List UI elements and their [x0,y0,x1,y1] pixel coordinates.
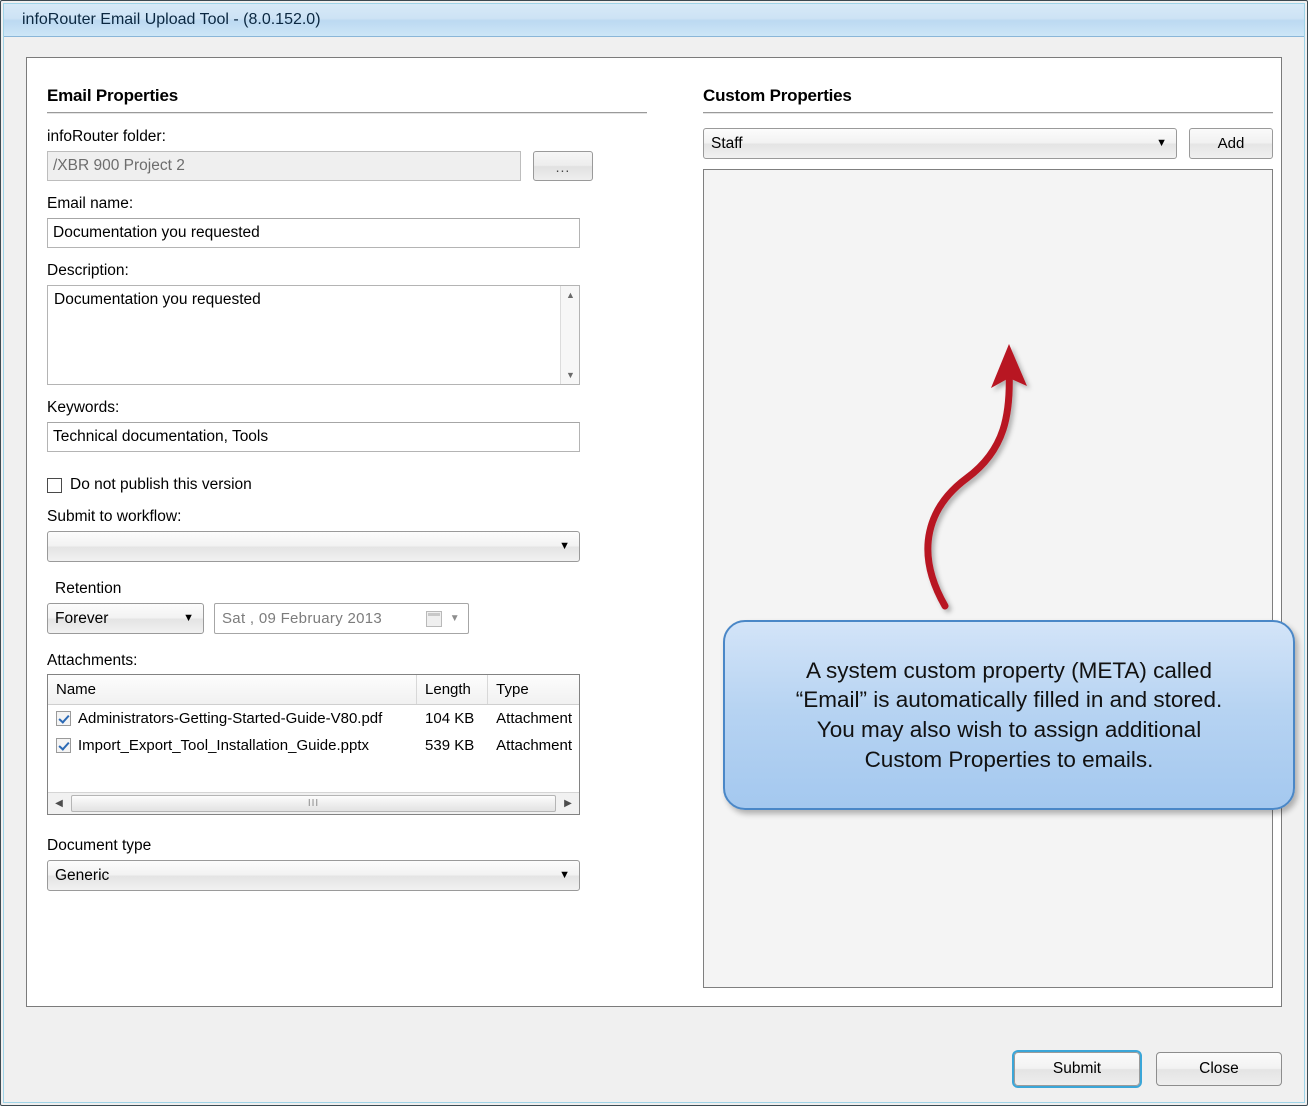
retention-dropdown[interactable]: Forever ▼ [47,603,204,634]
keywords-input[interactable]: Technical documentation, Tools [47,422,580,452]
title-bar: infoRouter Email Upload Tool - (8.0.152.… [4,4,1304,37]
column-header-type[interactable]: Type [488,675,579,704]
table-row[interactable]: Import_Export_Tool_Installation_Guide.pp… [48,732,579,759]
dialog-body: Email Properties infoRouter folder: /XBR… [4,37,1304,1102]
chevron-down-icon[interactable]: ▼ [1156,129,1167,158]
window-title: infoRouter Email Upload Tool - (8.0.152.… [22,11,321,28]
folder-label: infoRouter folder: [47,128,166,145]
email-properties-section: Email Properties infoRouter folder: /XBR… [47,86,647,891]
close-button[interactable]: Close [1156,1052,1282,1086]
chevron-down-icon[interactable]: ▼ [559,861,570,890]
window-inner-frame: infoRouter Email Upload Tool - (8.0.152.… [3,3,1305,1103]
browse-folder-button[interactable]: ... [533,151,593,181]
description-textarea[interactable]: Documentation you requested ▲ ▼ [47,285,580,385]
retention-row: Forever ▼ Sat , 09 February 2013 ▼ [47,603,647,634]
chevron-down-icon[interactable]: ▼ [450,604,460,633]
scroll-up-icon[interactable]: ▲ [561,286,580,304]
keywords-label: Keywords: [47,399,120,416]
custom-properties-heading: Custom Properties [703,86,852,105]
add-custom-property-button[interactable]: Add [1189,128,1273,159]
column-header-length[interactable]: Length [417,675,489,704]
scroll-down-icon[interactable]: ▼ [561,366,580,384]
attachment-checkbox[interactable] [56,711,71,726]
attachment-type: Attachment [496,737,573,754]
attachment-checkbox[interactable] [56,738,71,753]
application-window: infoRouter Email Upload Tool - (8.0.152.… [0,0,1308,1106]
chevron-down-icon[interactable]: ▼ [559,532,570,561]
custom-properties-divider [703,112,1273,114]
attachments-label: Attachments: [47,652,138,669]
submit-button[interactable]: Submit [1012,1050,1142,1088]
email-name-label: Email name: [47,195,134,212]
custom-property-value: Staff [711,135,743,152]
email-properties-divider [47,112,647,114]
dialog-footer: Submit Close [1012,1050,1282,1088]
attachment-length: 539 KB [425,737,475,754]
workflow-dropdown[interactable]: ▼ [47,531,580,562]
attachment-name-cell: Administrators-Getting-Started-Guide-V80… [48,705,417,732]
email-properties-heading: Email Properties [47,86,178,105]
do-not-publish-label: Do not publish this version [70,476,252,493]
document-type-dropdown[interactable]: Generic ▼ [47,860,580,891]
folder-input[interactable]: /XBR 900 Project 2 [47,151,521,181]
workflow-label: Submit to workflow: [47,508,182,525]
table-row[interactable]: Administrators-Getting-Started-Guide-V80… [48,705,579,732]
do-not-publish-checkbox[interactable] [47,477,62,493]
annotation-callout-text: A system custom property (META) called “… [795,657,1223,772]
do-not-publish-row[interactable]: Do not publish this version [47,476,647,494]
scroll-left-icon[interactable]: ◀ [48,794,70,814]
scroll-right-icon[interactable]: ▶ [557,794,579,814]
folder-row: /XBR 900 Project 2 ... [47,151,647,181]
description-label: Description: [47,262,129,279]
attachments-header-row: Name Length Type [48,675,579,705]
email-name-input[interactable]: Documentation you requested [47,218,580,248]
chevron-down-icon[interactable]: ▼ [183,604,194,633]
document-type-label: Document type [47,837,152,854]
description-value: Documentation you requested [54,291,261,308]
attachments-horizontal-scrollbar[interactable]: ◀ III ▶ [48,792,579,814]
custom-property-selector-row: Staff ▼ Add [703,128,1273,159]
retention-label: Retention [55,580,122,597]
annotation-callout: A system custom property (META) called “… [723,620,1295,810]
document-type-value: Generic [55,867,110,884]
custom-property-dropdown[interactable]: Staff ▼ [703,128,1177,159]
attachment-name: Administrators-Getting-Started-Guide-V80… [78,710,383,727]
attachment-name: Import_Export_Tool_Installation_Guide.pp… [78,737,370,754]
attachments-grid[interactable]: Name Length Type Administrators-Getting-… [47,674,580,815]
content-panel: Email Properties infoRouter folder: /XBR… [26,57,1295,1007]
description-scrollbar[interactable]: ▲ ▼ [560,286,579,384]
custom-properties-list[interactable] [703,169,1273,988]
attachment-name-cell: Import_Export_Tool_Installation_Guide.pp… [48,732,417,759]
scrollbar-thumb[interactable]: III [71,795,556,812]
attachment-type: Attachment [496,710,573,727]
custom-properties-section: Custom Properties Staff ▼ Add [703,86,1273,988]
column-header-name[interactable]: Name [48,675,418,704]
retention-date-picker[interactable]: Sat , 09 February 2013 ▼ [214,603,469,634]
calendar-icon[interactable] [426,611,442,627]
retention-value: Forever [55,610,109,627]
retention-date-value: Sat , 09 February 2013 [222,610,383,627]
attachment-length: 104 KB [425,710,475,727]
